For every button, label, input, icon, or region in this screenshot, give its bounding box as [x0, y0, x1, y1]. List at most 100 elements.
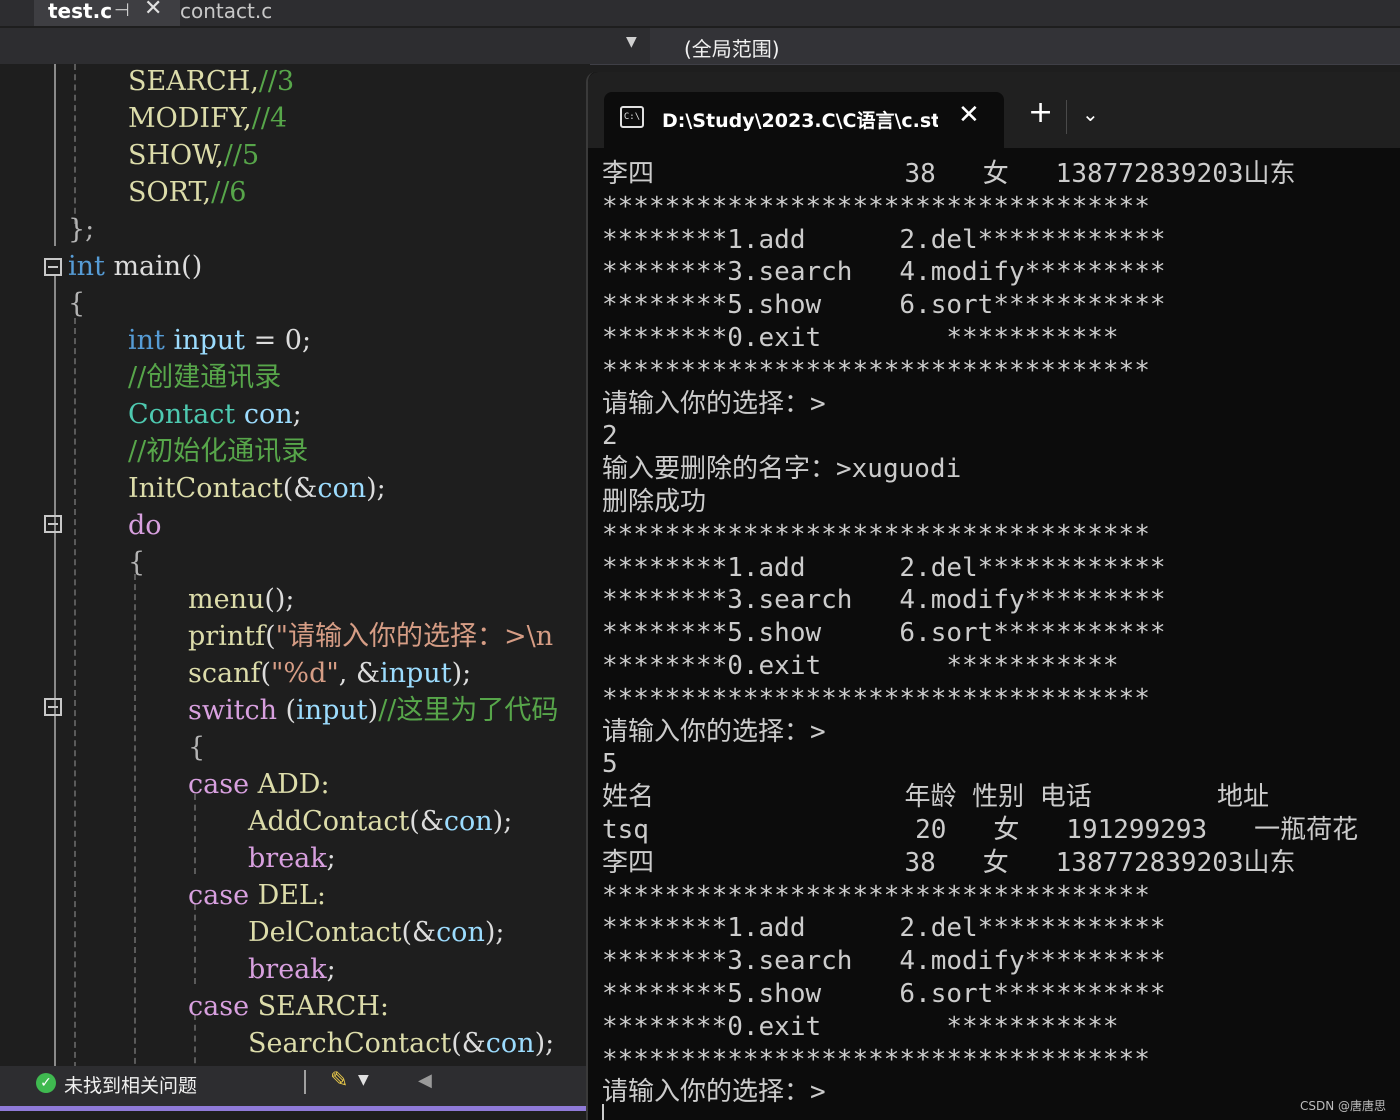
navigation-bar: ▼ (全局范围): [0, 28, 1400, 65]
code-token: main(): [104, 251, 203, 282]
scope-dropdown[interactable]: (全局范围): [650, 28, 1400, 64]
code-token: SearchContact: [248, 1028, 452, 1059]
code-token: scanf: [188, 658, 261, 689]
code-line[interactable]: case ADD:: [188, 767, 330, 803]
code-token: //6: [211, 177, 247, 208]
code-token: break: [248, 954, 327, 985]
code-token: DelContact: [248, 917, 402, 948]
issues-status[interactable]: 未找到相关问题: [64, 1071, 197, 1098]
code-token: (&: [409, 806, 444, 837]
terminal-line: 请输入你的选择：>: [602, 1077, 826, 1108]
terminal-tab[interactable]: C:\ D:\Study\2023.C\C语言\c.start ✕: [604, 92, 1004, 148]
code-token: DEL:: [249, 880, 327, 911]
chevron-down-icon[interactable]: ⌄: [1082, 102, 1099, 126]
tab-strip-divider: [1066, 100, 1067, 134]
outline-line: [54, 274, 56, 1066]
pin-icon[interactable]: ⊣: [114, 0, 130, 22]
terminal-line: ********3.search 4.modify*********: [602, 257, 1166, 288]
code-token: case: [188, 769, 250, 800]
code-token: ;: [326, 954, 336, 985]
terminal-output[interactable]: 李四 38 女 138772839203山东 ******************…: [602, 158, 1398, 1120]
code-token: //这里为了代码: [378, 695, 559, 726]
code-token: ;: [292, 399, 302, 430]
code-token: AddContact: [248, 806, 410, 837]
close-icon[interactable]: ✕: [144, 0, 162, 20]
status-bar: ✓ 未找到相关问题 ✎ ▼ ◀: [0, 1066, 590, 1106]
code-line[interactable]: };: [68, 212, 94, 248]
code-line[interactable]: int main(): [68, 249, 202, 285]
code-line[interactable]: case SEARCH:: [188, 989, 389, 1025]
code-editor[interactable]: SEARCH,//3 MODIFY,//4 SHOW,//5 SORT,//6}; in…: [0, 64, 590, 1066]
code-token: {: [188, 732, 206, 763]
code-line[interactable]: break;: [248, 952, 336, 988]
code-token: );: [492, 806, 513, 837]
code-token: );: [534, 1028, 555, 1059]
code-token: MODIFY,: [128, 103, 252, 134]
code-line[interactable]: {: [68, 286, 85, 322]
code-token: int: [68, 251, 105, 282]
code-line[interactable]: switch (input)//这里为了代码: [188, 693, 558, 729]
terminal-line: 请输入你的选择：>: [602, 716, 826, 747]
code-line[interactable]: SearchContact(&con);: [248, 1026, 554, 1062]
code-line[interactable]: Contact con;: [128, 397, 302, 433]
plus-icon[interactable]: +: [1028, 98, 1053, 128]
collapse-do-icon[interactable]: [44, 515, 62, 533]
terminal-line: ********1.add 2.del************: [602, 552, 1166, 583]
scroll-left-icon[interactable]: ◀: [418, 1070, 432, 1091]
code-token: con: [235, 399, 293, 430]
close-icon[interactable]: ✕: [958, 100, 980, 130]
tab-contact-c[interactable]: contact.c: [172, 0, 348, 26]
code-token: (: [276, 695, 297, 726]
code-token: input: [164, 325, 246, 356]
code-token: ): [367, 695, 379, 726]
terminal-line: ***********************************: [602, 355, 1150, 386]
terminal-line: ********0.exit ***********: [602, 1011, 1119, 1042]
terminal-line: ***********************************: [602, 519, 1150, 550]
code-token: (&: [282, 473, 318, 504]
code-line[interactable]: AddContact(&con);: [248, 804, 512, 840]
check-circle-icon: ✓: [36, 1073, 56, 1093]
code-token: input: [296, 695, 368, 726]
code-line[interactable]: {: [128, 545, 145, 581]
code-token: InitContact: [128, 473, 283, 504]
code-line[interactable]: SHOW,//5: [128, 138, 259, 174]
code-token: {: [128, 547, 146, 578]
code-token: "%d": [271, 658, 339, 689]
tab-label: contact.c: [180, 0, 273, 23]
terminal-line: ********5.show 6.sort***********: [602, 978, 1166, 1009]
code-line[interactable]: InitContact(&con);: [128, 471, 386, 507]
text-cursor: [602, 1104, 604, 1120]
chevron-down-icon[interactable]: ▼: [358, 1072, 369, 1088]
chevron-down-icon[interactable]: ▼: [626, 34, 637, 50]
code-line[interactable]: case DEL:: [188, 878, 326, 914]
code-token: (&: [451, 1028, 486, 1059]
code-line[interactable]: //初始化通讯录: [128, 434, 308, 470]
code-line[interactable]: break;: [248, 841, 336, 877]
terminal-line: ********0.exit ***********: [602, 322, 1119, 353]
code-line[interactable]: //创建通讯录: [128, 360, 281, 396]
code-line[interactable]: SORT,//6: [128, 175, 246, 211]
code-line[interactable]: MODIFY,//4: [128, 101, 287, 137]
terminal-line: ********1.add 2.del************: [602, 913, 1166, 944]
code-token: menu: [188, 584, 265, 615]
indent-guide: [74, 318, 76, 1066]
code-line[interactable]: SEARCH,//3: [128, 64, 294, 100]
brush-icon[interactable]: ✎: [330, 1068, 348, 1093]
code-token: //初始化通讯录: [128, 436, 309, 467]
code-token: break: [248, 843, 327, 874]
code-line[interactable]: printf("请输入你的选择：>\n: [188, 619, 553, 655]
terminal-line: 输入要删除的名字：>xuguodi: [602, 454, 962, 485]
code-token: //3: [258, 66, 295, 97]
code-line[interactable]: scanf("%d", &input);: [188, 656, 471, 692]
code-token: SORT,: [128, 177, 212, 208]
collapse-switch-icon[interactable]: [44, 698, 62, 716]
code-line[interactable]: {: [188, 730, 205, 766]
code-line[interactable]: menu();: [188, 582, 295, 618]
indent-guide: [194, 904, 196, 984]
tab-test-c[interactable]: test.c ⊣ ✕: [34, 0, 180, 26]
terminal-line: ********3.search 4.modify*********: [602, 946, 1166, 977]
collapse-main-icon[interactable]: [44, 258, 62, 276]
code-line[interactable]: int input = 0;: [128, 323, 311, 359]
code-line[interactable]: DelContact(&con);: [248, 915, 504, 951]
code-line[interactable]: do: [128, 508, 162, 544]
